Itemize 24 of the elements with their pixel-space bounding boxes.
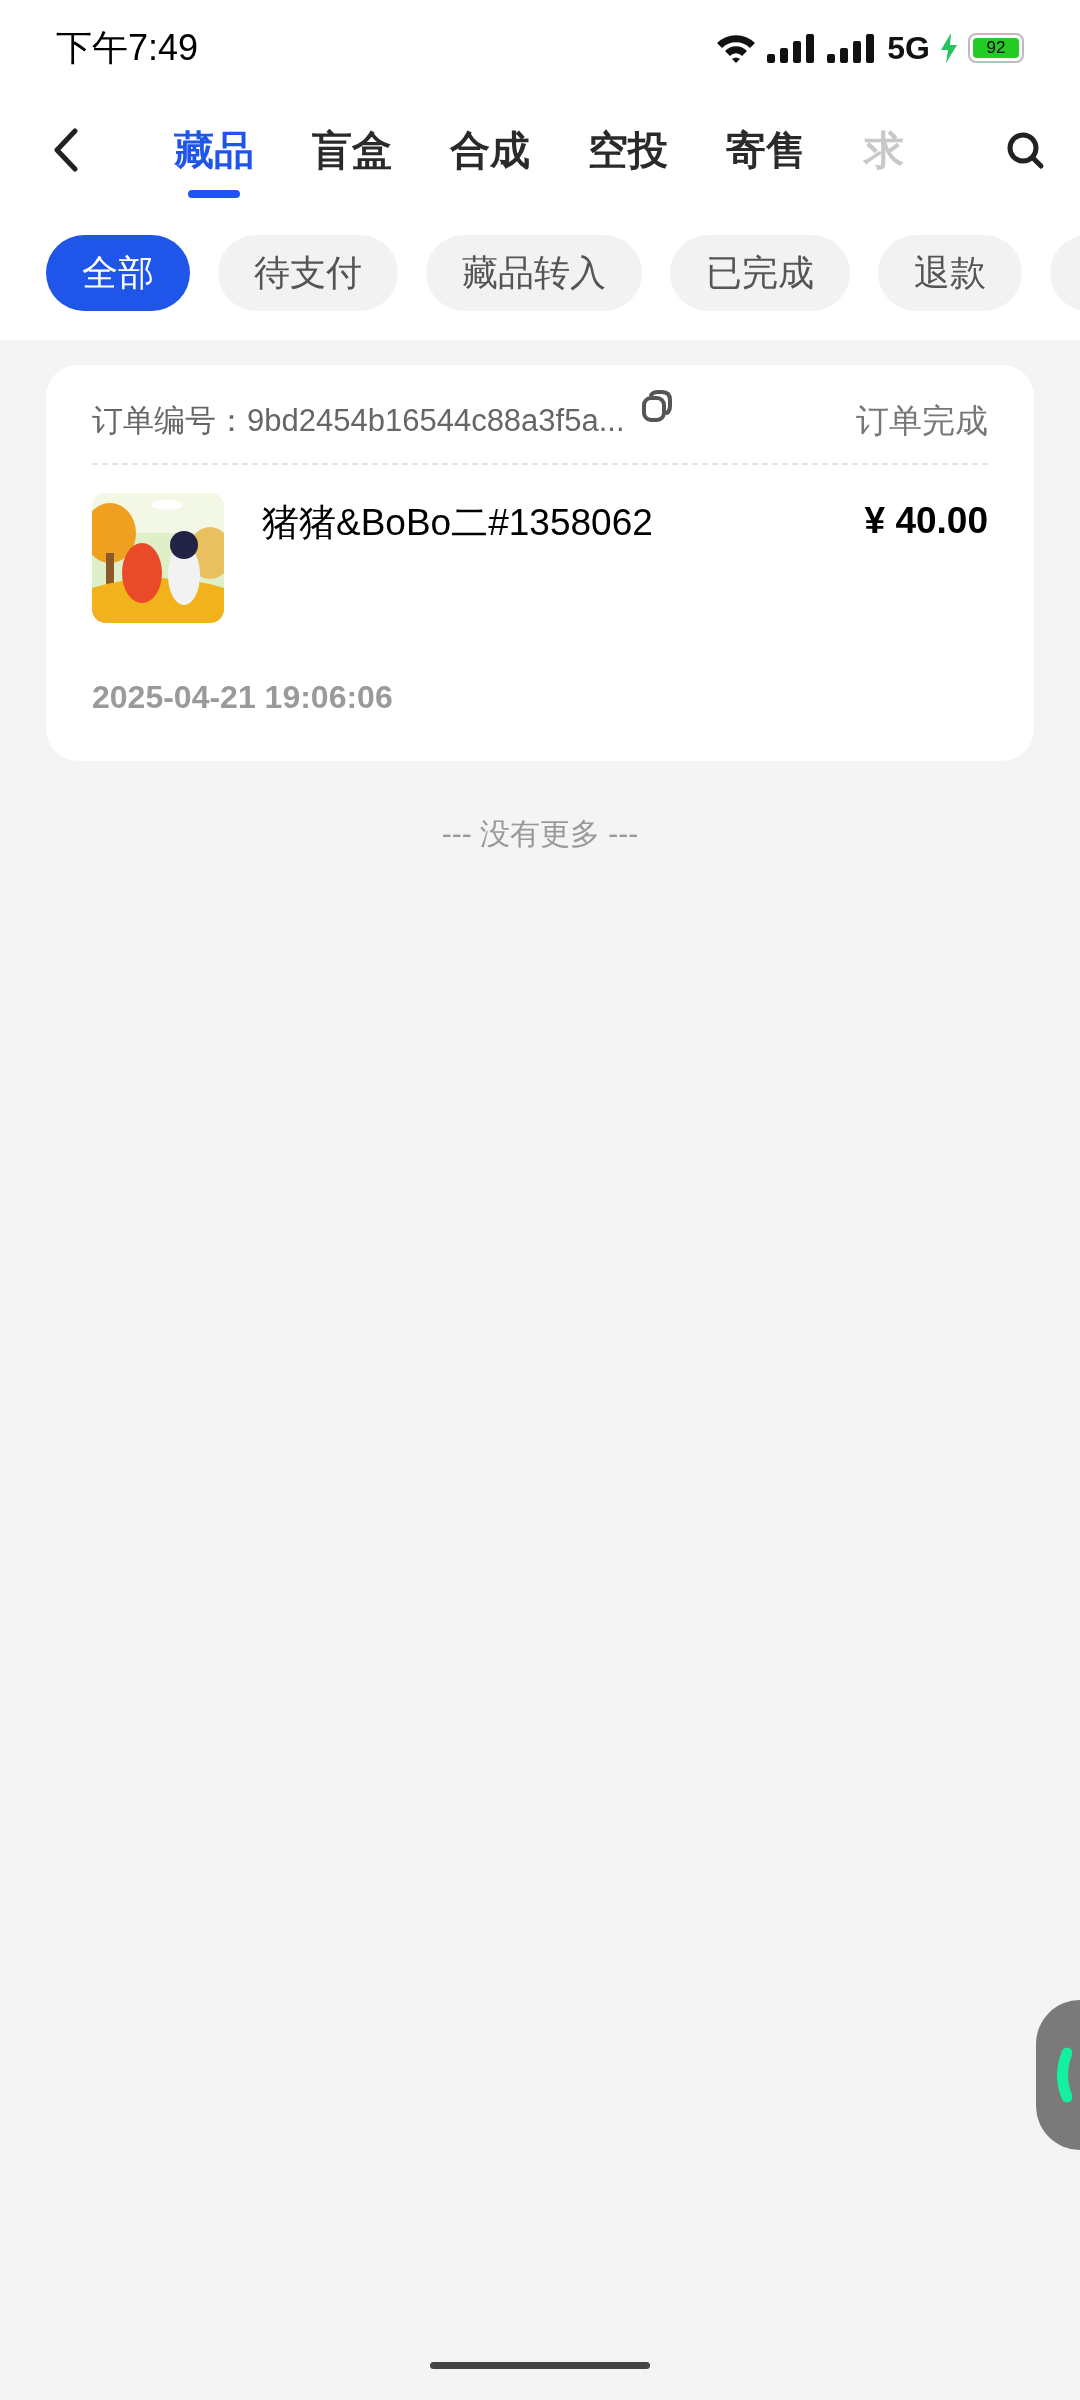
order-time: 2025-04-21 19:06:06 — [92, 678, 394, 717]
status-time: 下午7:49 — [56, 25, 199, 70]
filter-chip[interactable]: 藏品转入 — [426, 234, 642, 311]
charging-icon — [940, 32, 958, 63]
network-label: 5G — [887, 28, 930, 68]
order-card[interactable]: 订单编号：9bd2454b16544c88a3f5a... 订单完成 猪猪&BoBo二#1358062 ¥ 40.00 2025-04-21 19:06:06 — [46, 365, 1034, 761]
category-tab[interactable]: 寄售 — [726, 100, 806, 200]
battery-level: 92 — [973, 37, 1019, 58]
category-tab[interactable]: 藏品 — [174, 100, 254, 200]
category-tab[interactable]: 合成 — [450, 100, 530, 200]
order-number: 9bd2454b16544c88a3f5a... — [247, 401, 625, 440]
category-tab[interactable]: 盲盒 — [312, 100, 392, 200]
order-number-label: 订单编号： — [92, 401, 247, 440]
handle-icon — [1054, 2047, 1072, 2103]
copy-icon[interactable] — [640, 389, 673, 423]
filter-chip[interactable]: 已完成 — [670, 234, 850, 311]
filter-chip[interactable]: 待支付 — [218, 234, 398, 311]
category-tab[interactable]: 空投 — [588, 100, 668, 200]
filter-chip[interactable]: 全部 — [46, 234, 190, 311]
item-title: 猪猪&BoBo二#1358062 — [262, 501, 653, 545]
item-price: ¥ 40.00 — [864, 499, 988, 543]
end-of-list-text: --- 没有更多 --- — [440, 816, 640, 852]
filter-chip[interactable]: 退款 — [878, 234, 1022, 311]
order-status: 订单完成 — [856, 401, 988, 442]
